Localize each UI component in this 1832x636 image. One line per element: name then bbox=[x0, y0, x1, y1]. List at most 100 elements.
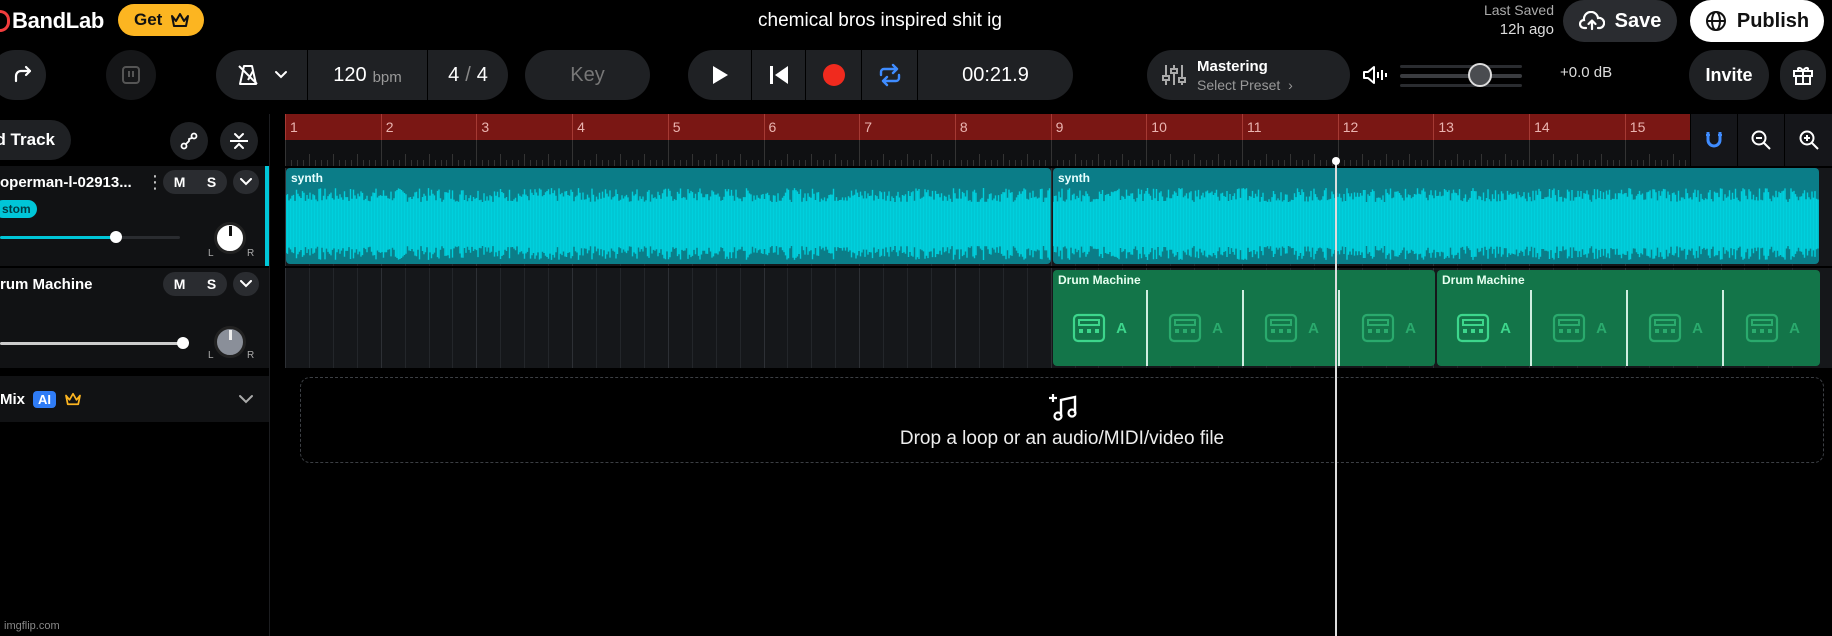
drum-machine-clip[interactable]: Drum Machine A A A A bbox=[1053, 270, 1435, 366]
save-button[interactable]: Save bbox=[1563, 0, 1677, 42]
redo-button[interactable] bbox=[0, 50, 46, 100]
mix-label: Mix bbox=[0, 390, 26, 408]
beat-tick bbox=[1038, 160, 1040, 166]
grid-line bbox=[548, 268, 550, 368]
ai-mix-row[interactable]: Mix AI bbox=[0, 376, 269, 422]
drum-machine-clip[interactable]: Drum Machine A A A A bbox=[1437, 270, 1820, 366]
gift-button[interactable] bbox=[1780, 50, 1826, 100]
track-volume-track[interactable] bbox=[112, 236, 180, 239]
track-volume-thumb[interactable] bbox=[110, 231, 122, 243]
mastering-preset-row: Select Preset › bbox=[1197, 77, 1293, 93]
chevron-down-icon[interactable] bbox=[238, 394, 254, 404]
playhead[interactable] bbox=[1335, 160, 1337, 636]
mute-button[interactable]: M bbox=[174, 174, 186, 190]
tempo-control[interactable]: 120 bpm bbox=[308, 50, 428, 100]
drum-pattern-block[interactable]: A bbox=[1053, 290, 1148, 366]
mastering-button[interactable]: Mastering Select Preset › bbox=[1147, 50, 1350, 100]
beat-tick bbox=[344, 160, 346, 166]
last-saved-status: Last Saved 12h ago bbox=[1440, 1, 1554, 39]
beat-tick bbox=[637, 160, 639, 166]
mute-button[interactable]: M bbox=[174, 276, 186, 292]
grid-line bbox=[811, 268, 813, 368]
track-header-drum-machine[interactable]: rum Machine M S L R bbox=[0, 268, 269, 368]
pattern-letter: A bbox=[1308, 319, 1319, 337]
time-sig-top: 4 bbox=[448, 63, 460, 86]
beat-tick bbox=[1678, 160, 1680, 166]
collapse-tracks-button[interactable] bbox=[220, 122, 258, 160]
more-options-icon[interactable]: ⋮ bbox=[146, 172, 164, 193]
pan-knob[interactable] bbox=[214, 222, 246, 254]
drum-pattern-block[interactable]: A bbox=[1725, 290, 1820, 366]
skip-to-start-button[interactable] bbox=[752, 50, 806, 100]
drum-pattern-block[interactable]: A bbox=[1533, 290, 1628, 366]
grid-line bbox=[930, 268, 932, 368]
beat-tick bbox=[1026, 154, 1028, 166]
zoom-in-button[interactable] bbox=[1784, 114, 1832, 166]
instrument-preset-tag[interactable]: stom bbox=[0, 200, 37, 218]
grid-line bbox=[954, 268, 956, 368]
track-name[interactable]: rum Machine bbox=[0, 276, 93, 293]
audio-clip-synth[interactable]: synth bbox=[1053, 168, 1819, 264]
play-button[interactable] bbox=[688, 50, 752, 100]
beat-tick bbox=[590, 160, 592, 166]
beat-tick bbox=[1457, 154, 1459, 166]
beat-ruler[interactable] bbox=[285, 140, 1716, 166]
zoom-out-button[interactable] bbox=[1737, 114, 1784, 166]
cloud-upload-icon bbox=[1578, 11, 1605, 31]
beat-tick bbox=[518, 160, 520, 166]
publish-button[interactable]: Publish bbox=[1690, 0, 1824, 42]
volume-slider-track[interactable] bbox=[1400, 74, 1522, 78]
volume-slider-thumb[interactable] bbox=[1468, 63, 1492, 87]
record-button[interactable] bbox=[806, 50, 862, 100]
beat-tick bbox=[679, 160, 681, 166]
track-name[interactable]: operman-l-02913... bbox=[0, 174, 132, 191]
drop-zone-text: Drop a loop or an audio/MIDI/video file bbox=[899, 428, 1225, 449]
grid-line bbox=[1026, 268, 1028, 368]
loop-button[interactable] bbox=[862, 50, 918, 100]
beat-tick bbox=[380, 140, 382, 166]
beat-tick bbox=[811, 154, 813, 166]
invite-button[interactable]: Invite bbox=[1689, 50, 1769, 100]
grid-line bbox=[500, 268, 502, 368]
bar-ruler[interactable]: 1 2 3 4 5 6 7 8 9 10 11 12 13 14 15 bbox=[285, 114, 1690, 140]
track-header-synth[interactable]: operman-l-02913... ⋮ M S stom L R bbox=[0, 166, 269, 266]
expand-track-button[interactable] bbox=[233, 170, 259, 194]
snap-button[interactable] bbox=[1690, 114, 1737, 166]
beat-tick bbox=[1224, 160, 1226, 166]
solo-button[interactable]: S bbox=[207, 276, 216, 292]
drum-pattern-block[interactable]: A bbox=[1437, 290, 1532, 366]
solo-button[interactable]: S bbox=[207, 174, 216, 190]
beat-tick bbox=[1236, 160, 1238, 166]
pan-knob[interactable] bbox=[214, 326, 246, 358]
playhead-handle[interactable] bbox=[1332, 157, 1340, 165]
track-volume-thumb[interactable] bbox=[177, 337, 189, 349]
drum-pattern-block[interactable]: A bbox=[1245, 290, 1340, 366]
beat-tick bbox=[1499, 160, 1501, 166]
bar-tick bbox=[1242, 114, 1243, 140]
beat-tick bbox=[1086, 160, 1088, 166]
beat-tick bbox=[1421, 160, 1423, 166]
clip-label: synth bbox=[1058, 171, 1091, 185]
beat-tick bbox=[1523, 160, 1525, 166]
beat-tick bbox=[709, 160, 711, 166]
bar-number: 9 bbox=[1055, 119, 1064, 135]
drum-pattern-block[interactable]: A bbox=[1149, 290, 1244, 366]
metronome-control[interactable] bbox=[216, 50, 308, 100]
audio-clip-synth[interactable]: synth bbox=[286, 168, 1051, 264]
beat-tick bbox=[320, 160, 322, 166]
disabled-tool-button[interactable] bbox=[106, 50, 156, 100]
time-signature-control[interactable]: 4 / 4 bbox=[428, 50, 508, 100]
automation-button[interactable] bbox=[170, 122, 208, 160]
beat-tick bbox=[1367, 160, 1369, 166]
drum-pattern-block[interactable]: A bbox=[1629, 290, 1724, 366]
beat-tick bbox=[913, 160, 915, 166]
expand-track-button[interactable] bbox=[233, 272, 259, 296]
drum-pattern-block[interactable]: A bbox=[1341, 290, 1435, 366]
beat-tick bbox=[302, 160, 304, 166]
beat-tick bbox=[1265, 154, 1267, 166]
speaker-icon[interactable] bbox=[1362, 63, 1388, 87]
add-track-button[interactable]: d Track bbox=[0, 120, 71, 160]
drop-zone[interactable]: Drop a loop or an audio/MIDI/video file bbox=[300, 377, 1824, 463]
key-button[interactable]: Key bbox=[525, 50, 650, 100]
chevron-down-icon[interactable] bbox=[274, 70, 288, 80]
